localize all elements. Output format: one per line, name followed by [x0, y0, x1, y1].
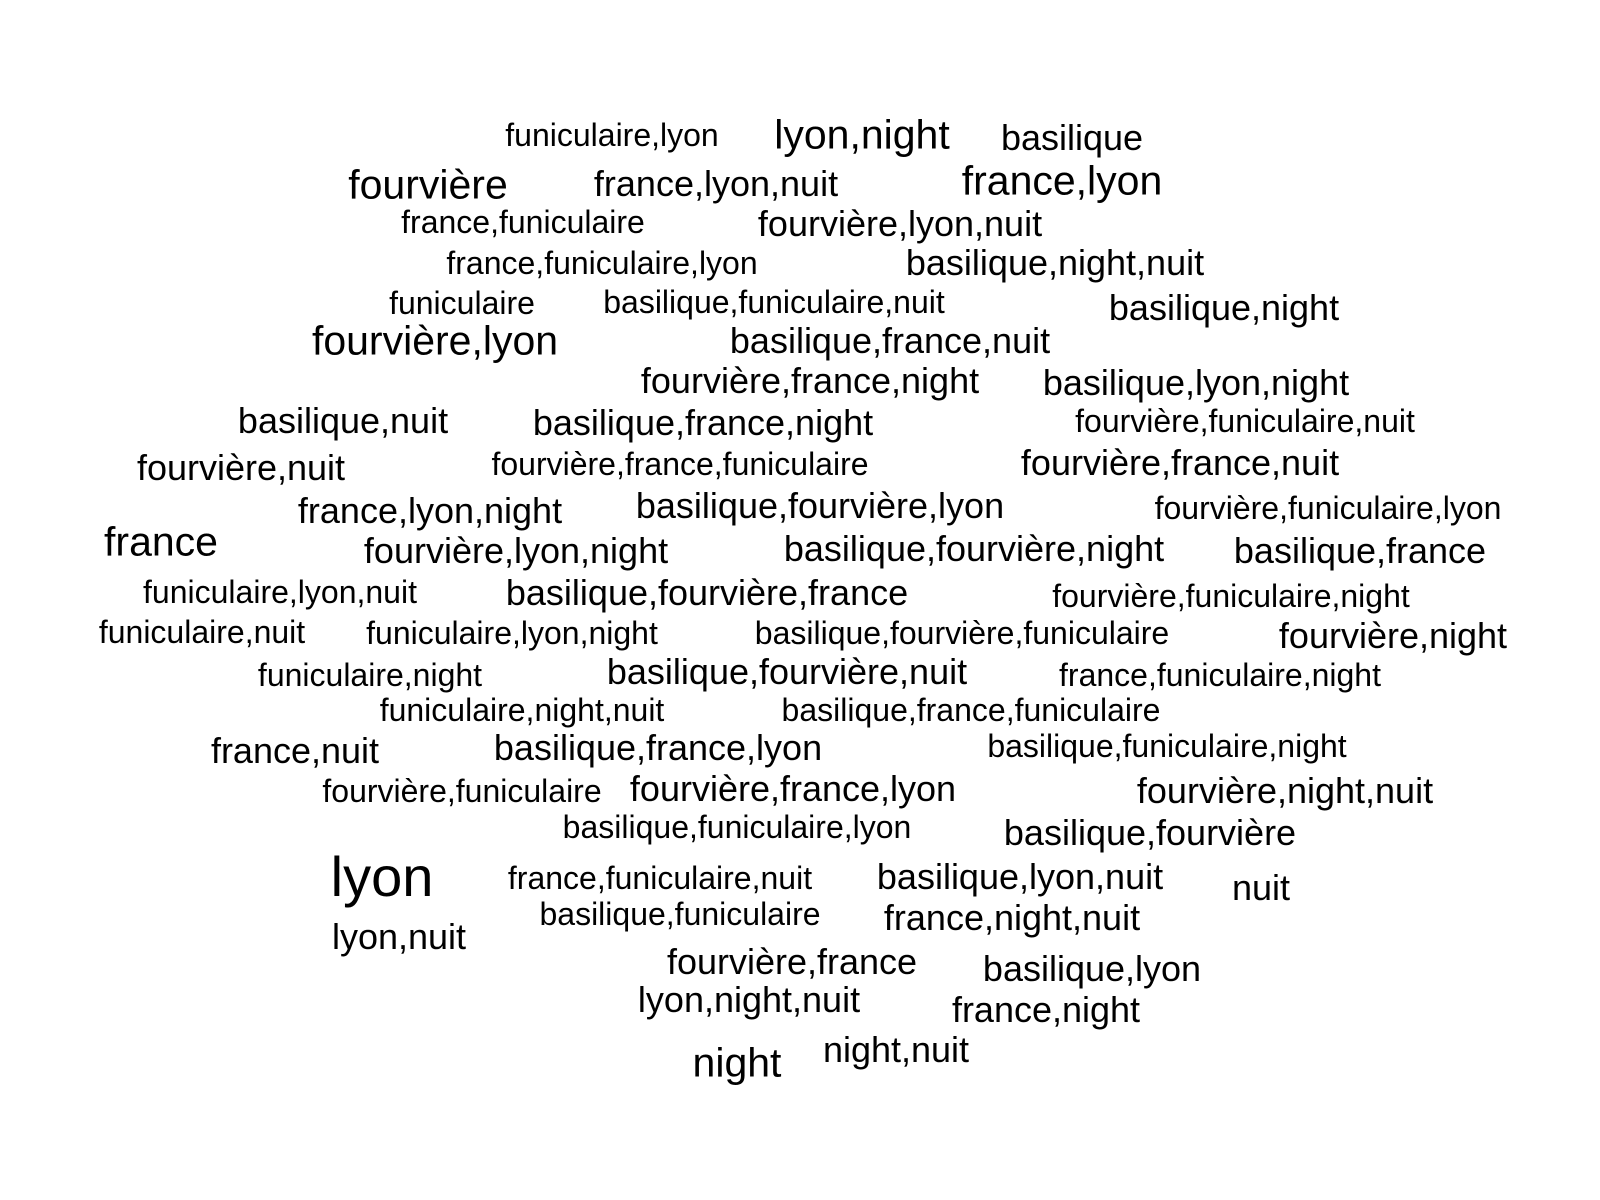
cloud-word: fourvière,nuit	[136, 447, 346, 488]
cloud-word: france,lyon	[961, 157, 1163, 204]
cloud-word: funiculaire,lyon	[505, 117, 719, 153]
cloud-word: basilique,france,night	[532, 402, 874, 443]
cloud-word: funiculaire,nuit	[98, 614, 306, 650]
cloud-word: france	[104, 518, 218, 565]
cloud-word: fourvière,funiculaire,nuit	[1075, 403, 1415, 439]
cloud-word: funiculaire,lyon,nuit	[143, 574, 417, 610]
cloud-word: basilique,fourvière,funiculaire	[754, 615, 1170, 651]
cloud-word: fourvière,funiculaire,lyon	[1154, 490, 1502, 526]
cloud-word: fourvière,lyon,nuit	[757, 203, 1043, 244]
cloud-word: basilique,france,funiculaire	[781, 692, 1161, 728]
cloud-word: basilique,night	[1108, 287, 1340, 328]
cloud-word: france,funiculaire,lyon	[446, 245, 758, 281]
cloud-word: fourvière,lyon,night	[363, 530, 669, 571]
cloud-word: basilique,lyon,night	[1042, 362, 1350, 403]
cloud-word: basilique,france	[1233, 530, 1487, 571]
cloud-word: fourvière,france,funiculaire	[491, 446, 869, 482]
cloud-word: fourvière,night	[1278, 615, 1508, 656]
cloud-word: fourvière,funiculaire	[322, 773, 602, 809]
cloud-word: lyon,night	[774, 111, 950, 158]
cloud-word: lyon	[330, 845, 434, 908]
cloud-word: nuit	[1231, 867, 1291, 908]
cloud-word: fourvière,france	[666, 941, 918, 982]
cloud-word: basilique,lyon	[982, 948, 1202, 989]
cloud-word: funiculaire	[389, 285, 535, 321]
cloud-word: france,night	[951, 989, 1141, 1030]
cloud-word: fourvière,funiculaire,night	[1052, 578, 1410, 614]
cloud-word: basilique,funiculaire,nuit	[603, 284, 945, 320]
cloud-word: france,funiculaire,night	[1059, 657, 1381, 693]
cloud-word: basilique,fourvière	[1003, 812, 1297, 853]
cloud-word: fourvière,night,nuit	[1136, 770, 1434, 811]
cloud-word: fourvière	[348, 161, 508, 208]
cloud-word: basilique,fourvière,night	[783, 528, 1165, 569]
cloud-word: france,lyon,night	[297, 490, 563, 531]
cloud-word: basilique,france,lyon	[493, 727, 823, 768]
word-cloud: funiculaire,lyon lyon,night basilique fourv…	[0, 0, 1600, 1200]
cloud-word: fourvière,france,night	[640, 360, 980, 401]
cloud-word: basilique,nuit	[237, 400, 449, 441]
cloud-word: basilique,fourvière,france	[505, 572, 909, 613]
cloud-word: lyon,nuit	[331, 916, 467, 957]
cloud-word: france,nuit	[210, 730, 380, 771]
cloud-word: basilique,night,nuit	[905, 242, 1205, 283]
cloud-word: fourvière,lyon	[311, 317, 559, 364]
cloud-word: basilique,fourvière,nuit	[606, 651, 968, 692]
cloud-word: funiculaire,night,nuit	[379, 692, 665, 728]
cloud-word: funiculaire,lyon,night	[366, 615, 658, 651]
cloud-word: fourvière,france,lyon	[629, 768, 957, 809]
cloud-word: fourvière,france,nuit	[1020, 442, 1340, 483]
cloud-word: basilique,funiculaire	[539, 896, 821, 932]
cloud-word: france,funiculaire,nuit	[507, 860, 813, 896]
cloud-word: basilique,fourvière,lyon	[635, 485, 1005, 526]
cloud-word: france,night,nuit	[883, 897, 1141, 938]
cloud-word: basilique	[1000, 117, 1144, 158]
cloud-word: france,lyon,nuit	[593, 163, 839, 204]
cloud-word: france,funiculaire	[401, 204, 645, 240]
cloud-word: night,nuit	[822, 1029, 970, 1070]
cloud-word: basilique,funiculaire,lyon	[562, 809, 912, 845]
cloud-word: basilique,funiculaire,night	[987, 728, 1347, 764]
cloud-word: basilique,france,nuit	[729, 320, 1051, 361]
cloud-word: basilique,lyon,nuit	[876, 856, 1164, 897]
cloud-word: night	[692, 1039, 782, 1086]
cloud-word: lyon,night,nuit	[637, 979, 861, 1020]
cloud-word: funiculaire,night	[257, 657, 483, 693]
